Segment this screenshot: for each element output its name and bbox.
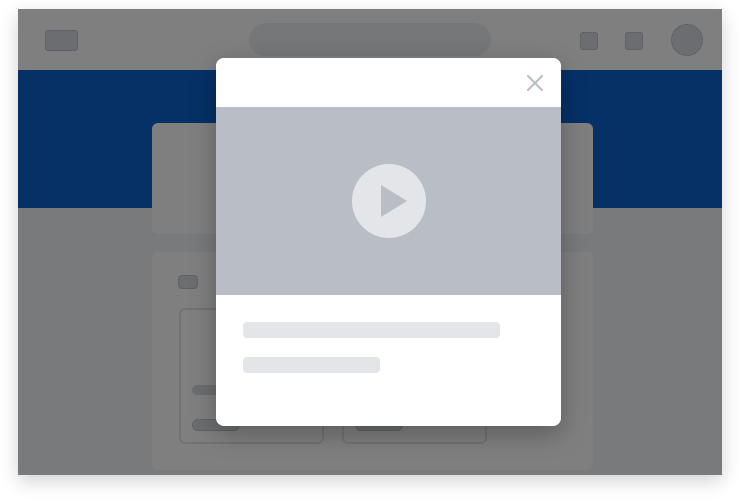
- app-window: [18, 9, 722, 475]
- video-title-placeholder: [243, 322, 500, 338]
- close-button[interactable]: [523, 71, 547, 95]
- video-player[interactable]: [216, 107, 561, 295]
- play-button[interactable]: [352, 164, 426, 238]
- video-modal: [216, 58, 561, 426]
- close-icon: [527, 75, 543, 91]
- video-description-placeholder: [243, 357, 380, 373]
- play-icon: [381, 185, 407, 217]
- modal-header: [216, 58, 561, 107]
